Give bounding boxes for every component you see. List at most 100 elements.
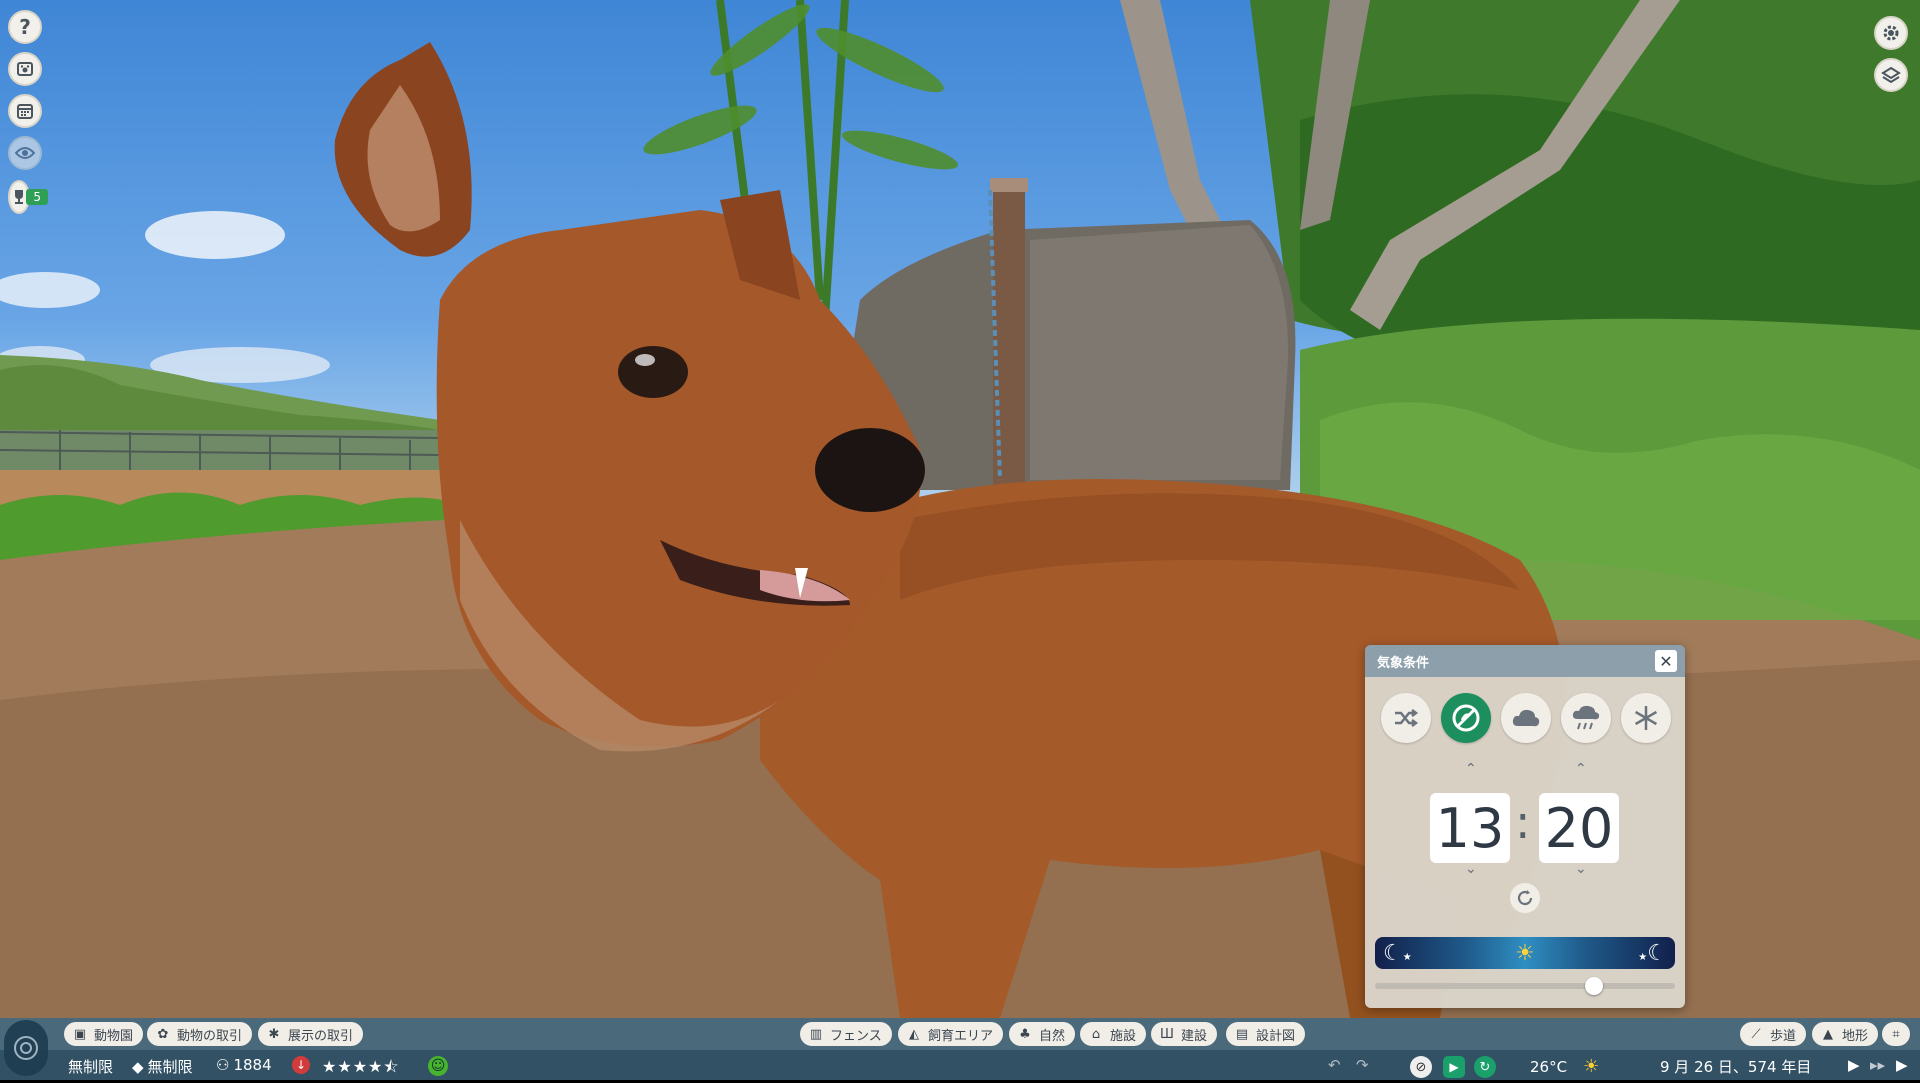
right-toolbar [1874, 16, 1910, 100]
date-value: 9 月 26 日、574 年目 [1660, 1058, 1812, 1076]
facilities-button[interactable]: ⌂ 施設 [1080, 1022, 1147, 1046]
guest-count-display[interactable]: ⚇ 1884 [216, 1056, 272, 1074]
weather-panel-title: 気象条件 [1377, 655, 1430, 671]
terrain-button[interactable]: ▲ 地形 [1812, 1022, 1879, 1046]
no-precipitation-icon [1452, 704, 1480, 732]
weather-panel: 気象条件 ✕ ⌃ ⌃ 13 : 20 ⌄ ⌄ ☾★ ☀ ★☾ [1365, 645, 1685, 1008]
time-of-day-slider[interactable] [1375, 977, 1675, 995]
minute-up-arrow[interactable]: ⌃ [1575, 761, 1587, 777]
exhibit-trade-button[interactable]: ✱ 展示の取引 [258, 1022, 364, 1046]
time-of-day-slider-handle[interactable] [1585, 977, 1603, 995]
guest-count-value: 1884 [233, 1056, 272, 1074]
weather-options [1365, 677, 1685, 743]
nature-button[interactable]: ♣ 自然 [1009, 1022, 1076, 1046]
weather-panel-header[interactable]: 気象条件 ✕ [1365, 645, 1685, 677]
habitat-label: 飼育エリア [928, 1028, 994, 1044]
building-icon: ⌂ [1091, 1026, 1101, 1042]
weather-clear-button[interactable] [1441, 693, 1491, 743]
research-icon: ◆ [132, 1057, 144, 1076]
main-menu-button[interactable] [4, 1020, 48, 1076]
snowflake-icon [1634, 706, 1658, 730]
animal-trade-label: 動物の取引 [177, 1028, 243, 1044]
visibility-button[interactable] [8, 136, 42, 170]
fence-icon: ▥ [809, 1026, 823, 1042]
redo-button[interactable]: ↷ [1356, 1056, 1369, 1074]
calendar-button[interactable] [8, 94, 42, 128]
sun-small-icon: ☀ [1583, 1056, 1600, 1077]
blueprint-icon: ▤ [1235, 1026, 1249, 1042]
minute-display[interactable]: 20 [1539, 793, 1619, 863]
money-value: 無制限 [68, 1058, 114, 1076]
compass-icon [14, 1036, 38, 1060]
challenge-count-badge: 5 [26, 189, 48, 205]
reset-time-button[interactable] [1510, 883, 1540, 913]
construction-button[interactable]: Ш 建設 [1151, 1022, 1218, 1046]
time-picker: ⌃ ⌃ 13 : 20 ⌄ ⌄ [1365, 743, 1685, 913]
guest-happiness-indicator[interactable]: ☺ [428, 1056, 448, 1076]
weather-snow-button[interactable] [1621, 693, 1671, 743]
weather-rain-button[interactable] [1561, 693, 1611, 743]
temperature-value: 26°C [1530, 1057, 1568, 1076]
speed-faster-button[interactable]: ▶ [1896, 1056, 1908, 1074]
speed-play-button[interactable]: ▶ [1848, 1056, 1860, 1074]
hour-down-arrow[interactable]: ⌄ [1465, 861, 1477, 877]
path-button[interactable]: ⟋ 歩道 [1740, 1022, 1807, 1046]
shuffle-icon [1395, 709, 1419, 727]
temperature-display[interactable]: 26°C ☀ [1530, 1056, 1599, 1077]
redo-icon: ↷ [1356, 1056, 1369, 1074]
minute-down-arrow[interactable]: ⌄ [1575, 861, 1587, 877]
tree-icon: ♣ [1019, 1026, 1031, 1042]
weather-toggle-button[interactable]: ↻ [1474, 1056, 1496, 1078]
help-icon: ? [19, 15, 31, 39]
paw-icon: ✿ [157, 1026, 169, 1042]
help-button[interactable]: ? [8, 10, 42, 44]
date-display[interactable]: 9 月 26 日、574 年目 [1660, 1056, 1811, 1077]
sun-icon: ☀ [1515, 940, 1535, 966]
eye-icon [15, 147, 35, 159]
hour-up-arrow[interactable]: ⌃ [1465, 761, 1477, 777]
research-display[interactable]: ◆ 無制限 [132, 1056, 193, 1077]
weather-random-button[interactable] [1381, 693, 1431, 743]
research-value: 無制限 [147, 1058, 193, 1076]
time-separator: : [1515, 795, 1531, 849]
blueprints-label: 設計図 [1256, 1028, 1296, 1044]
exhibit-trade-label: 展示の取引 [288, 1028, 354, 1044]
moon-right-icon: ★☾ [1638, 940, 1667, 966]
weather-icon: ↻ [1474, 1056, 1496, 1078]
visibility-toggle[interactable]: ⊘ [1410, 1056, 1432, 1078]
money-display[interactable]: 無制限 [68, 1056, 113, 1077]
refresh-icon [1517, 890, 1533, 906]
close-button[interactable]: ✕ [1655, 650, 1677, 672]
animal-trade-button[interactable]: ✿ 動物の取引 [147, 1022, 253, 1046]
staff-button[interactable] [8, 52, 42, 86]
close-icon: ✕ [1659, 651, 1673, 671]
gear-icon [1883, 25, 1899, 41]
guest-trend-indicator[interactable]: ↓ [292, 1056, 310, 1074]
left-toolbar: ? 5 [8, 10, 48, 214]
fence-button[interactable]: ▥ フェンス [800, 1022, 892, 1046]
rating-stars: ★★★★⯪ [322, 1057, 400, 1076]
terrain-label: 地形 [1842, 1028, 1869, 1044]
nature-label: 自然 [1039, 1028, 1066, 1044]
hour-display[interactable]: 13 [1430, 793, 1510, 863]
zoo-button[interactable]: ▣ 動物園 [64, 1022, 144, 1046]
settings-button[interactable] [1874, 16, 1908, 50]
fence-label: フェンス [830, 1028, 882, 1044]
speed-fast-button[interactable]: ▸▸ [1870, 1056, 1885, 1074]
build-toolbar: ▣ 動物園 ✿ 動物の取引 ✱ 展示の取引 ▥ フェンス ◭ 飼育エリア ♣ 自然 ⌂ 施設 … [0, 1018, 1920, 1050]
guests-icon: ⚇ [216, 1056, 230, 1074]
path-label: 歩道 [1770, 1028, 1797, 1044]
grid-button[interactable]: ⌗ [1882, 1022, 1910, 1046]
fast-forward-icon: ▸▸ [1870, 1056, 1886, 1074]
undo-button[interactable]: ↶ [1328, 1056, 1341, 1074]
habitat-button[interactable]: ◭ 飼育エリア [898, 1022, 1004, 1046]
zoo-rating[interactable]: ★★★★⯪ [322, 1056, 400, 1083]
layers-button[interactable] [1874, 58, 1908, 92]
blueprints-button[interactable]: ▤ 設計図 [1226, 1022, 1306, 1046]
camera-icon: ▶ [1443, 1056, 1465, 1078]
weather-cloudy-button[interactable] [1501, 693, 1551, 743]
zoo-icon: ▣ [73, 1026, 87, 1042]
photo-mode-button[interactable]: ▶ [1443, 1056, 1465, 1078]
challenges-button[interactable]: 5 [8, 180, 48, 214]
facilities-label: 施設 [1110, 1028, 1137, 1044]
